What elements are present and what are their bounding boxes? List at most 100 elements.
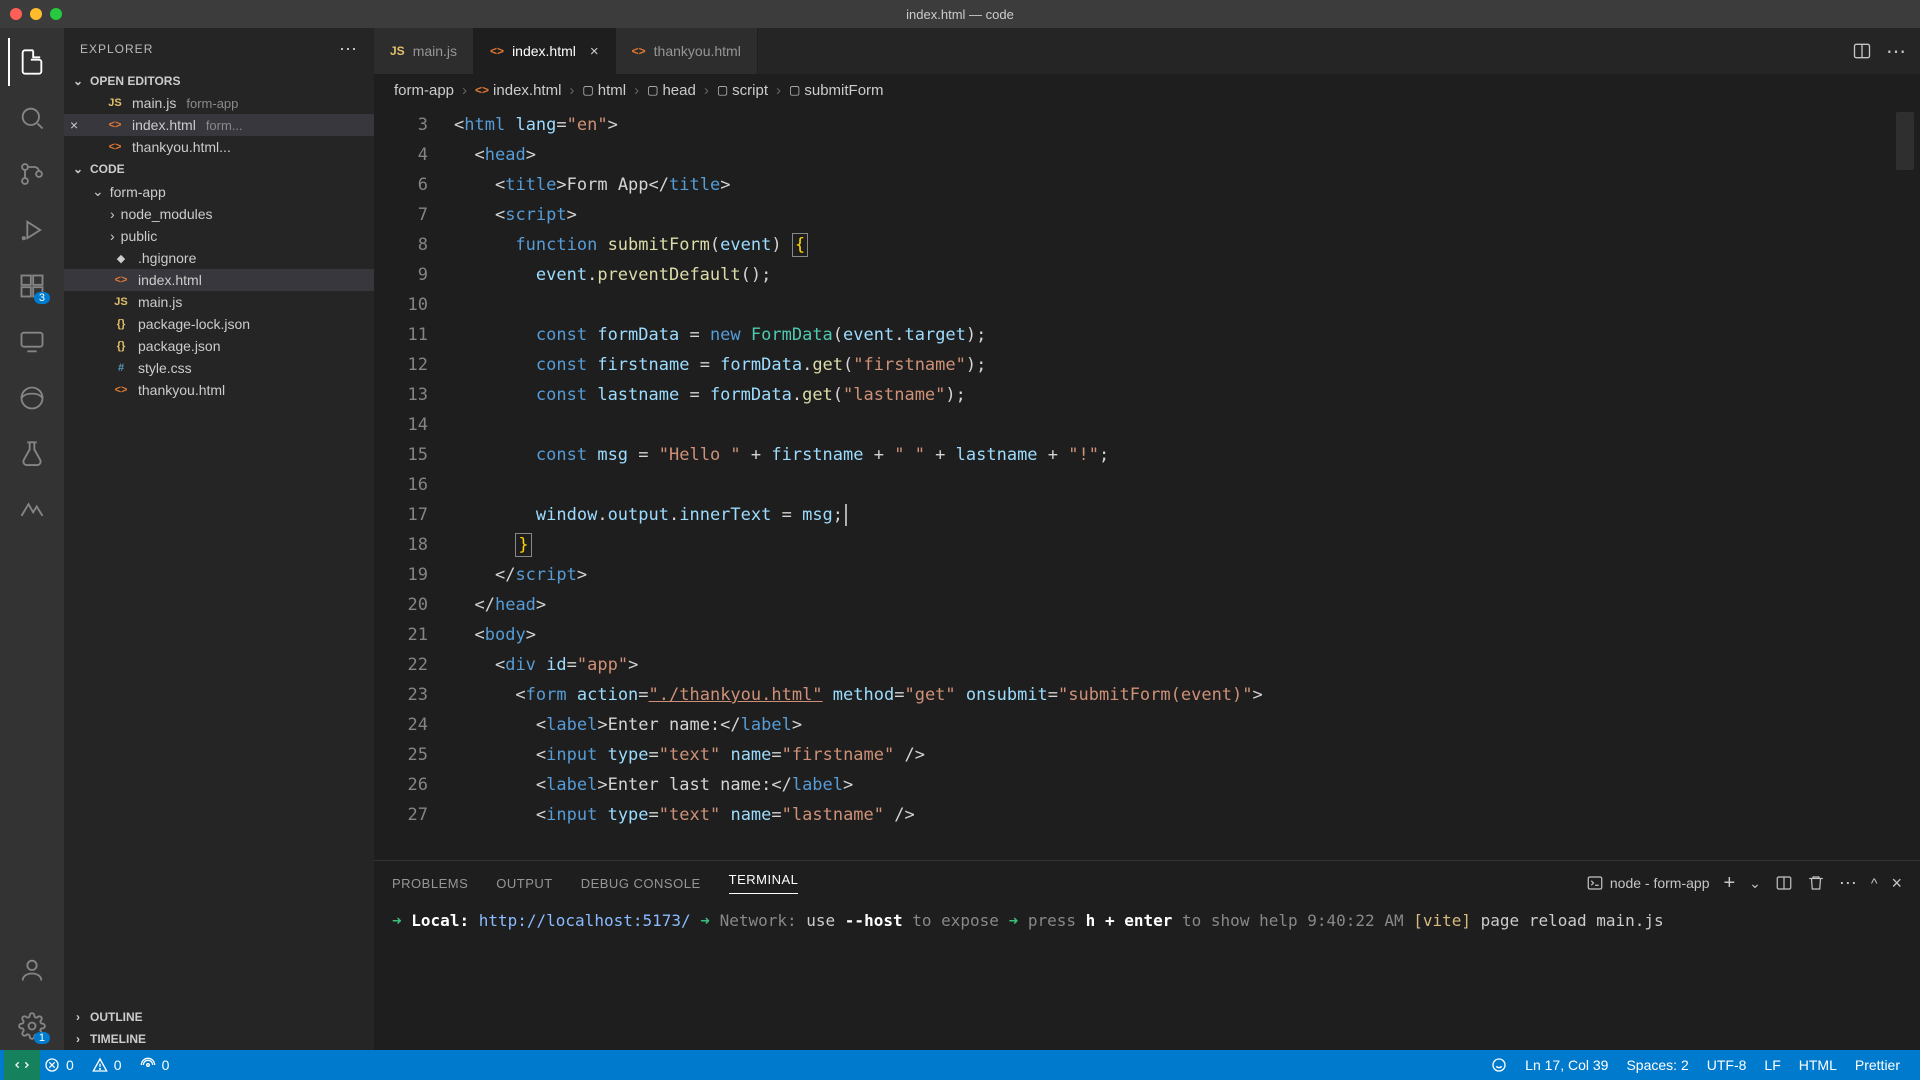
code-editor[interactable]: 3467891011121314151617181920212223242526… (374, 106, 1920, 860)
close-tab-icon[interactable]: × (590, 43, 599, 60)
folder-item[interactable]: › node_modules (64, 203, 374, 225)
chevron-down-icon: ⌄ (70, 162, 86, 176)
settings-gear-icon[interactable]: 1 (8, 1002, 56, 1050)
file-name: package.json (138, 338, 221, 354)
file-name: package-lock.json (138, 316, 250, 332)
maximize-panel-icon[interactable]: ^ (1871, 875, 1878, 891)
run-debug-icon[interactable] (8, 206, 56, 254)
tab-label: main.js (413, 43, 457, 59)
file-item[interactable]: <> thankyou.html (64, 379, 374, 401)
json-file-icon: {} (110, 318, 132, 330)
remote-indicator[interactable] (4, 1050, 40, 1080)
account-icon[interactable] (8, 946, 56, 994)
status-indentation[interactable]: Spaces: 2 (1626, 1057, 1688, 1073)
terminal-output[interactable]: ➜ Local: http://localhost:5173/ ➜ Networ… (374, 905, 1920, 1050)
folder-root[interactable]: ⌄ form-app (64, 180, 374, 203)
file-item[interactable]: {} package.json (64, 335, 374, 357)
symbol-icon: ▢ (582, 83, 593, 97)
testing-icon[interactable] (8, 430, 56, 478)
bottom-panel: PROBLEMS OUTPUT DEBUG CONSOLE TERMINAL n… (374, 860, 1920, 1050)
status-language[interactable]: HTML (1799, 1057, 1837, 1073)
tab-thankyou-html[interactable]: <> thankyou.html (616, 28, 758, 74)
tab-label: index.html (512, 43, 576, 59)
status-eol[interactable]: LF (1764, 1057, 1780, 1073)
tab-index-html[interactable]: <> index.html × (474, 28, 616, 74)
extensions-icon[interactable]: 3 (8, 262, 56, 310)
status-prettier[interactable]: Prettier (1855, 1057, 1900, 1073)
line-number-gutter: 3467891011121314151617181920212223242526… (374, 106, 454, 860)
breadcrumb-item: form-app (394, 82, 454, 99)
settings-badge: 1 (34, 1032, 50, 1044)
tab-label: thankyou.html (654, 43, 741, 59)
terminal-task-label[interactable]: node - form-app (1586, 874, 1710, 892)
panel-tab-debug-console[interactable]: DEBUG CONSOLE (581, 876, 701, 891)
source-control-icon[interactable] (8, 150, 56, 198)
status-bar: 0 0 0 Ln 17, Col 39 Spaces: 2 UTF-8 LF H… (0, 1050, 1920, 1080)
file-item[interactable]: {} package-lock.json (64, 313, 374, 335)
explorer-title: EXPLORER (80, 42, 153, 56)
open-editors-label: OPEN EDITORS (90, 74, 180, 88)
html-file-icon: <> (104, 119, 126, 131)
window-controls[interactable] (10, 8, 62, 20)
search-icon[interactable] (8, 94, 56, 142)
activity-bar: 3 1 (0, 28, 64, 1050)
close-window-icon[interactable] (10, 8, 22, 20)
minimap[interactable] (1896, 112, 1914, 170)
new-terminal-icon[interactable]: + (1723, 872, 1735, 895)
edge-tools-icon[interactable] (8, 374, 56, 422)
close-panel-icon[interactable]: × (1891, 873, 1902, 894)
more-actions-icon[interactable]: ⋯ (1886, 39, 1906, 64)
outline-header[interactable]: › OUTLINE (64, 1006, 374, 1028)
open-editors-header[interactable]: ⌄ OPEN EDITORS (64, 70, 374, 92)
panel-tab-terminal[interactable]: TERMINAL (729, 872, 799, 894)
symbol-icon: ▢ (717, 83, 728, 97)
terminal-icon (1586, 874, 1604, 892)
term-local-label: Local: (411, 911, 469, 930)
minimize-window-icon[interactable] (30, 8, 42, 20)
breadcrumbs[interactable]: form-app › <>index.html › ▢html › ▢head … (374, 74, 1920, 106)
open-editor-item[interactable]: JS main.js form-app (64, 92, 374, 114)
file-item[interactable]: # style.css (64, 357, 374, 379)
wallaby-icon[interactable] (8, 486, 56, 534)
open-editor-name: thankyou.html... (132, 139, 231, 155)
chevron-right-icon: › (110, 228, 115, 244)
explorer-icon[interactable] (8, 38, 56, 86)
json-file-icon: {} (110, 340, 132, 352)
open-editor-item[interactable]: × <> index.html form... (64, 114, 374, 136)
terminal-dropdown-icon[interactable]: ⌄ (1749, 875, 1761, 892)
split-editor-icon[interactable] (1852, 41, 1872, 61)
extensions-badge: 3 (34, 292, 50, 304)
maximize-window-icon[interactable] (50, 8, 62, 20)
term-local-url[interactable]: http://localhost:5173/ (479, 911, 691, 930)
folder-item[interactable]: › public (64, 225, 374, 247)
split-terminal-icon[interactable] (1775, 874, 1793, 892)
status-warnings[interactable]: 0 (92, 1057, 122, 1073)
code-content[interactable]: <html lang="en"> <head> <title>Form App<… (454, 106, 1920, 860)
status-encoding[interactable]: UTF-8 (1707, 1057, 1747, 1073)
timeline-header[interactable]: › TIMELINE (64, 1028, 374, 1050)
html-file-icon: <> (110, 384, 132, 396)
panel-tab-output[interactable]: OUTPUT (496, 876, 552, 891)
remote-explorer-icon[interactable] (8, 318, 56, 366)
kill-terminal-icon[interactable] (1807, 874, 1825, 892)
open-editor-name: index.html (132, 117, 196, 133)
tab-main-js[interactable]: JS main.js (374, 28, 474, 74)
open-editor-item[interactable]: <> thankyou.html... (64, 136, 374, 158)
close-editor-icon[interactable]: × (70, 117, 78, 133)
breadcrumb-item: ▢script (717, 82, 768, 99)
file-item[interactable]: <> index.html (64, 269, 374, 291)
workspace-header[interactable]: ⌄ CODE (64, 158, 374, 180)
status-feedback-icon[interactable] (1491, 1057, 1507, 1073)
status-errors[interactable]: 0 (44, 1057, 74, 1073)
status-ports[interactable]: 0 (140, 1057, 170, 1073)
file-item[interactable]: JS main.js (64, 291, 374, 313)
open-editor-detail: form... (202, 118, 243, 133)
panel-more-icon[interactable]: ⋯ (1839, 873, 1857, 894)
explorer-more-icon[interactable]: ⋯ (339, 39, 358, 60)
status-cursor-position[interactable]: Ln 17, Col 39 (1525, 1057, 1608, 1073)
js-file-icon: JS (390, 44, 405, 58)
panel-tab-problems[interactable]: PROBLEMS (392, 876, 468, 891)
file-name: node_modules (121, 206, 213, 222)
html-file-icon: <> (110, 274, 132, 286)
file-item[interactable]: ◆ .hgignore (64, 247, 374, 269)
